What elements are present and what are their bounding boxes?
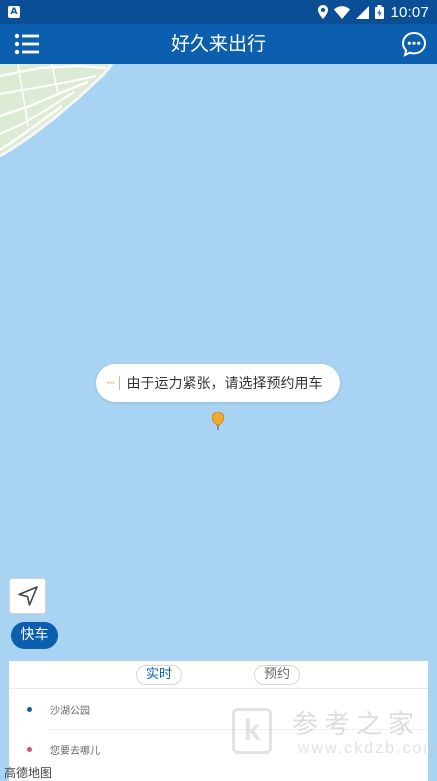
watermark-logo: k bbox=[232, 708, 272, 754]
loading-dots-icon: ··· bbox=[106, 376, 116, 390]
page-title: 好久来出行 bbox=[170, 33, 266, 55]
navigation-arrow-icon bbox=[17, 586, 38, 606]
location-status-icon bbox=[318, 5, 329, 19]
notice-separator bbox=[119, 376, 121, 390]
start-location-text: 沙湖公园 bbox=[50, 705, 90, 717]
battery-icon bbox=[375, 5, 385, 19]
start-dot-icon bbox=[27, 706, 32, 712]
signal-icon bbox=[356, 5, 370, 19]
destination-placeholder: 您要去哪儿 bbox=[50, 745, 100, 757]
capacity-notice-bubble: ··· 由于运力紧张，请选择预约用车 bbox=[96, 364, 340, 402]
tab-realtime[interactable]: 实时 bbox=[136, 665, 182, 685]
status-bar: A 10:07 bbox=[0, 0, 437, 24]
map-land-area bbox=[0, 64, 114, 158]
destination-dot-icon bbox=[27, 746, 32, 752]
map-view[interactable]: ··· 由于运力紧张，请选择预约用车 快车 实时 预约 沙湖公园 您要去哪儿 k… bbox=[0, 64, 437, 781]
watermark-url: www.ckdzb.com bbox=[298, 740, 437, 757]
location-pin-icon bbox=[212, 412, 224, 430]
wifi-icon bbox=[334, 5, 351, 19]
car-type-express-button[interactable]: 快车 bbox=[11, 622, 58, 649]
ride-time-tabs: 实时 预约 bbox=[9, 661, 428, 689]
tab-reserve[interactable]: 预约 bbox=[254, 665, 300, 685]
app-notification-icon: A bbox=[8, 6, 20, 18]
capacity-notice-text: 由于运力紧张，请选择预约用车 bbox=[126, 376, 323, 392]
status-time: 10:07 bbox=[390, 3, 429, 21]
locate-me-button[interactable] bbox=[9, 578, 46, 614]
watermark-title: 参考之家 bbox=[292, 710, 421, 740]
chat-bubble-icon bbox=[401, 31, 427, 57]
message-button[interactable] bbox=[401, 31, 427, 57]
app-bar: 好久来出行 bbox=[0, 24, 437, 64]
watermark: k 参考之家 www.ckdzb.com bbox=[232, 704, 437, 764]
map-credit: 高德地图 bbox=[4, 766, 53, 780]
